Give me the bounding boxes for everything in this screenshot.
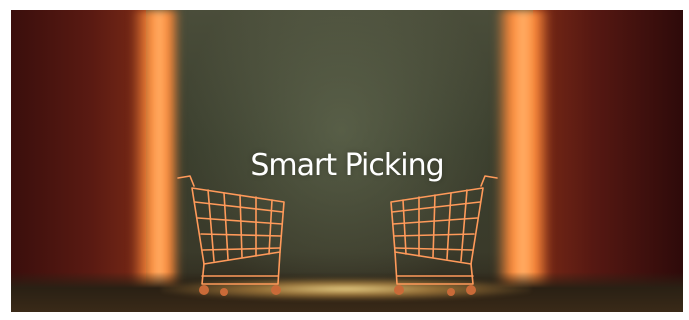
shopping-cart-icon — [390, 175, 498, 296]
banner-title: Smart Picking — [250, 148, 444, 183]
shopping-cart-icon — [177, 175, 285, 296]
hero-banner: Smart Picking — [11, 10, 683, 312]
